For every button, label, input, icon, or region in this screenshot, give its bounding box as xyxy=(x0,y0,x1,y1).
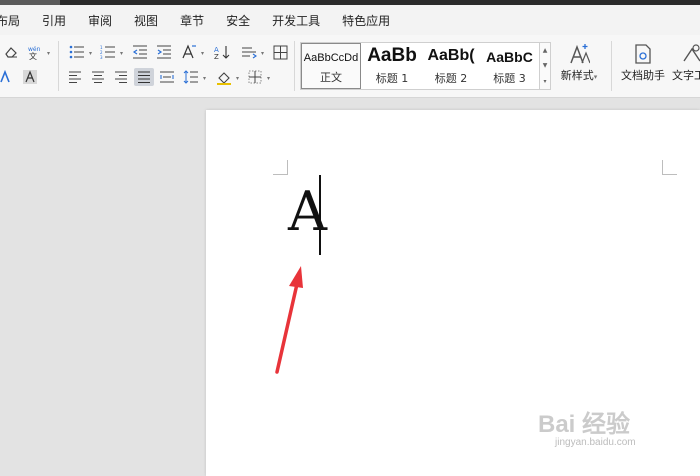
annotation-arrow xyxy=(275,266,303,374)
scroll-up-icon[interactable]: ▲ xyxy=(543,47,548,54)
table-layout-icon[interactable] xyxy=(271,43,289,61)
style-normal-label: 正文 xyxy=(320,71,342,84)
numbered-list-icon[interactable]: 123 ▾ xyxy=(99,43,123,61)
style-normal[interactable]: AaBbCcDd 正文 xyxy=(301,43,361,89)
doc-assistant-button[interactable]: 文档助手 xyxy=(619,41,667,83)
eraser-icon[interactable] xyxy=(2,43,20,61)
text-tools-label: 文字工 xyxy=(672,69,700,82)
svg-text:Z: Z xyxy=(214,53,219,60)
style-heading-1-sample: AaBb xyxy=(367,45,417,66)
style-heading-1[interactable]: AaBb 标题 1 xyxy=(362,43,422,89)
menu-review[interactable]: 审阅 xyxy=(77,12,123,29)
watermark: Bai 经验 xyxy=(538,411,631,438)
separator xyxy=(58,41,59,91)
style-heading-2[interactable]: AaBb( 标题 2 xyxy=(422,43,480,89)
menu-bar: 布局 引用 审阅 视图 章节 安全 开发工具 特色应用 xyxy=(0,5,700,35)
decrease-indent-icon[interactable] xyxy=(131,43,149,61)
doc-assistant-label: 文档助手 xyxy=(621,69,665,82)
distributed-align-icon[interactable] xyxy=(158,68,176,86)
menu-chapter[interactable]: 章节 xyxy=(169,12,215,29)
menu-developer-tools[interactable]: 开发工具 xyxy=(261,12,331,29)
style-heading-2-label: 标题 2 xyxy=(434,72,468,85)
style-heading-3-sample: AaBbC xyxy=(486,49,533,65)
increase-indent-icon[interactable] xyxy=(155,43,173,61)
line-spacing-icon[interactable]: ▾ xyxy=(182,68,206,86)
new-style-icon xyxy=(556,41,602,67)
text-tools-button[interactable]: 文字工 xyxy=(672,41,700,83)
style-heading-3[interactable]: AaBbC 标题 3 xyxy=(480,43,539,89)
arrow-head xyxy=(289,266,303,288)
style-heading-2-sample: AaBb( xyxy=(427,47,475,64)
doc-assistant-icon xyxy=(619,41,667,67)
menu-security[interactable]: 安全 xyxy=(215,12,261,29)
svg-text:3: 3 xyxy=(100,55,103,59)
shading-fill-icon[interactable]: ▾ xyxy=(215,68,239,86)
styles-scroll[interactable]: ▲ ▼ ▾ xyxy=(539,42,551,90)
typed-text[interactable]: A xyxy=(288,185,327,239)
align-center-icon[interactable] xyxy=(89,68,107,86)
align-right-icon[interactable] xyxy=(112,68,130,86)
separator xyxy=(294,41,295,91)
watermark-url: jingyan.baidu.com xyxy=(555,437,636,448)
expand-gallery-icon[interactable]: ▾ xyxy=(543,78,546,85)
bullet-list-icon[interactable]: ▾ xyxy=(68,43,92,61)
arrow-shaft xyxy=(275,282,299,374)
margin-corner-top-right xyxy=(662,160,677,175)
font-color-icon[interactable] xyxy=(0,68,14,86)
menu-references[interactable]: 引用 xyxy=(31,12,77,29)
svg-text:文: 文 xyxy=(29,51,37,60)
justify-icon[interactable] xyxy=(134,68,154,86)
borders-icon[interactable]: ▾ xyxy=(246,68,270,86)
align-left-icon[interactable] xyxy=(66,68,84,86)
separator xyxy=(611,41,612,91)
character-shading-icon[interactable] xyxy=(21,68,39,86)
text-tools-icon xyxy=(672,41,700,67)
change-case-icon[interactable]: ▾ xyxy=(180,43,204,61)
text-cursor xyxy=(319,175,321,255)
text-direction-icon[interactable]: ▾ xyxy=(240,43,264,61)
menu-special-apps[interactable]: 特色应用 xyxy=(331,12,401,29)
style-normal-sample: AaBbCcDd xyxy=(303,52,359,64)
style-heading-3-label: 标题 3 xyxy=(493,72,526,85)
scroll-down-icon[interactable]: ▼ xyxy=(543,62,548,69)
new-style-button[interactable]: 新样式▾ xyxy=(556,41,602,83)
new-style-label: 新样式 xyxy=(560,69,594,82)
menu-view[interactable]: 视图 xyxy=(123,12,169,29)
sort-icon[interactable]: AZ xyxy=(213,43,231,61)
margin-corner-top-left xyxy=(273,160,288,175)
style-heading-1-label: 标题 1 xyxy=(375,72,409,85)
menu-layout[interactable]: 布局 xyxy=(0,12,31,29)
ribbon: wén 文 ▾ ▾ 123 ▾ ▾ AZ ▾ ▾ ▾ ▾ AaBbCcDd 正文… xyxy=(0,35,700,98)
pinyin-guide-icon[interactable]: wén 文 ▾ xyxy=(26,43,50,61)
styles-gallery: AaBbCcDd 正文 AaBb 标题 1 AaBb( 标题 2 AaBbC 标… xyxy=(300,42,540,90)
